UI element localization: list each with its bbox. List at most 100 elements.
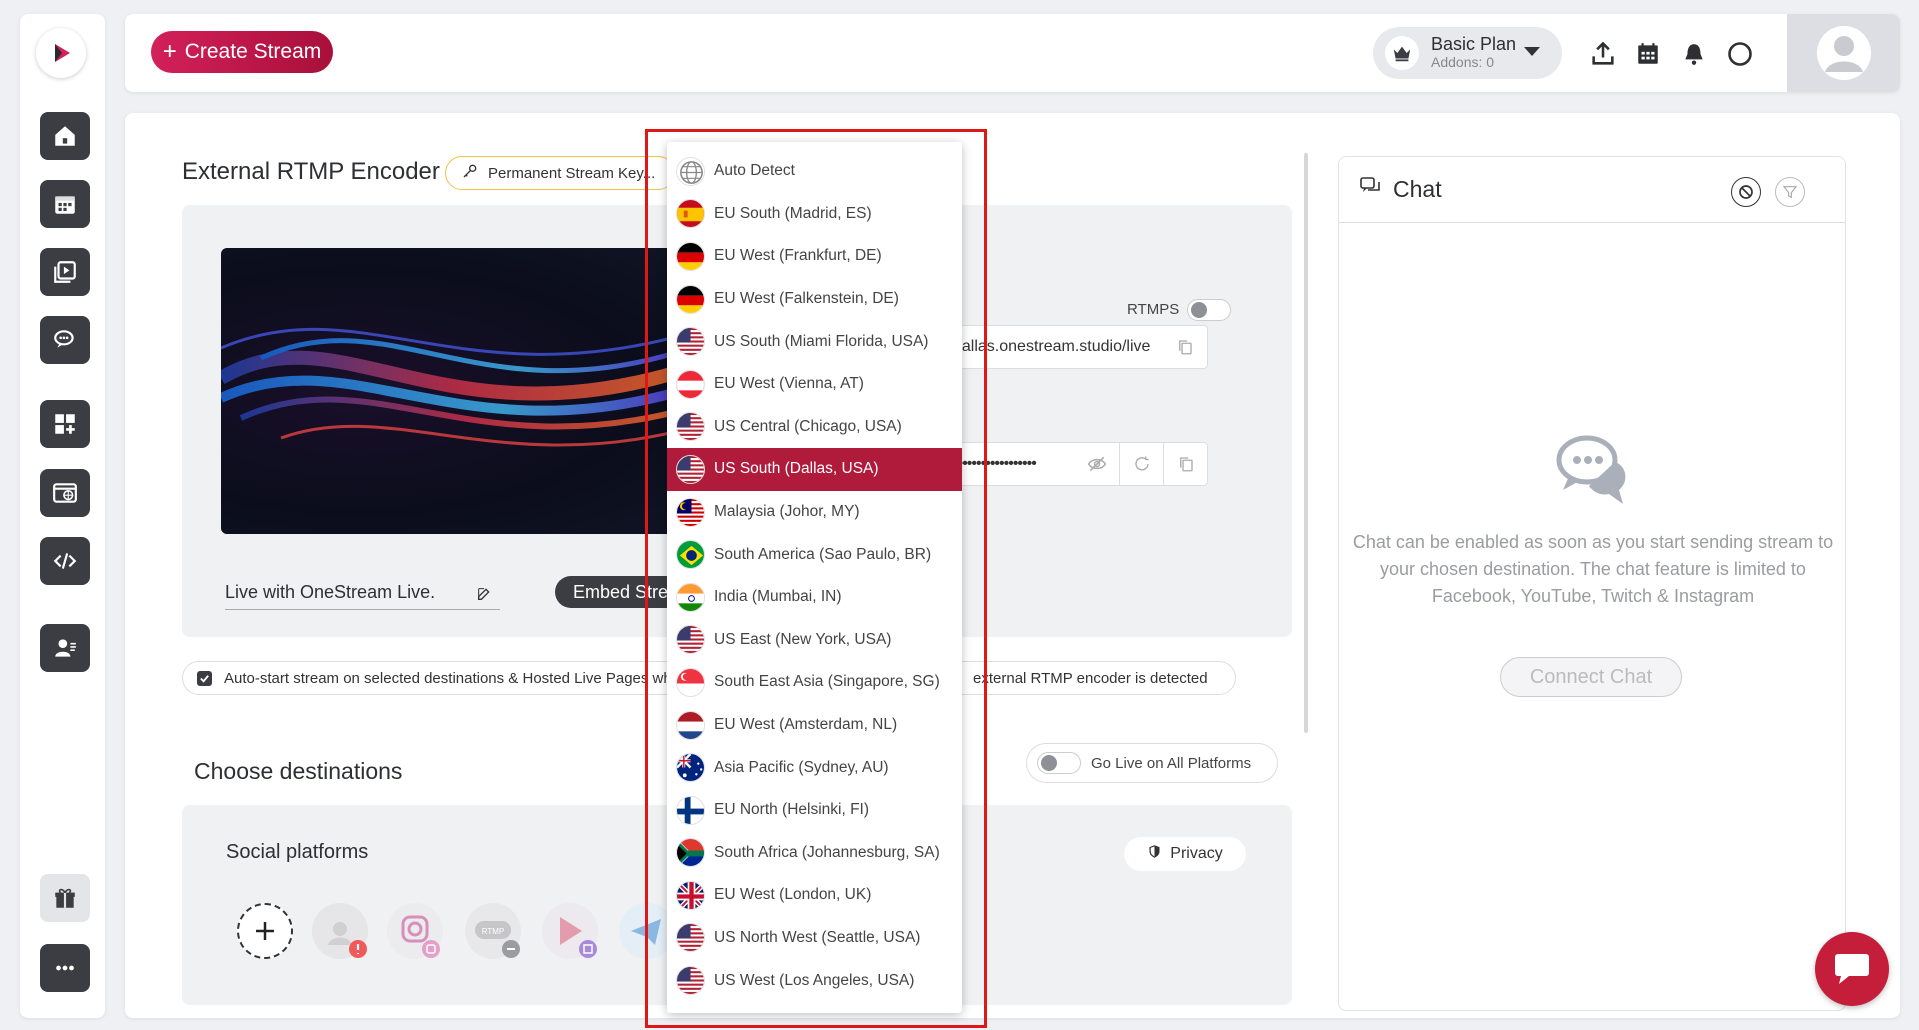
server-region-dropdown: Auto Detect EU South (Madrid, ES) EU West … xyxy=(667,142,962,1013)
create-stream-button[interactable]: + Create Stream xyxy=(151,31,333,73)
region-option[interactable]: Asia Pacific (Sydney, AU) xyxy=(667,746,962,789)
key-icon xyxy=(462,163,478,183)
main-panel: External RTMP Encoder Permanent Stream K… xyxy=(125,113,1900,1018)
rtmp-platform-icon[interactable]: RTMP xyxy=(465,903,521,959)
flag-fi-icon xyxy=(676,795,705,825)
home-icon[interactable] xyxy=(40,112,90,160)
region-option-label: US West (Los Angeles, USA) xyxy=(714,971,915,989)
go-live-all-toggle[interactable] xyxy=(1037,752,1081,774)
region-option[interactable]: South America (Sao Paulo, BR) xyxy=(667,533,962,576)
privacy-button[interactable]: Privacy xyxy=(1124,837,1246,871)
top-bar: + Create Stream Basic Plan Addons: 0 xyxy=(125,14,1900,92)
flag-us-icon xyxy=(676,454,705,484)
checkbox-checked-icon[interactable] xyxy=(197,670,212,686)
encoder-title: External RTMP Encoder xyxy=(182,158,440,185)
instagram-platform-icon[interactable] xyxy=(387,903,443,959)
flag-de-icon xyxy=(676,241,705,271)
profile-menu[interactable] xyxy=(1787,14,1900,92)
copy-key-icon[interactable] xyxy=(1163,443,1207,485)
edit-icon[interactable] xyxy=(476,586,492,607)
region-option[interactable]: US South (Dallas, USA) xyxy=(667,448,962,491)
plan-dropdown[interactable]: Basic Plan Addons: 0 xyxy=(1373,27,1562,79)
region-option[interactable]: EU West (London, UK) xyxy=(667,874,962,917)
calendar-top-icon[interactable] xyxy=(1633,39,1663,69)
web-page-icon[interactable] xyxy=(40,469,90,517)
region-option[interactable]: EU West (Falkenstein, DE) xyxy=(667,278,962,321)
sidebar xyxy=(20,14,105,1018)
apps-add-icon[interactable] xyxy=(40,400,90,448)
permanent-stream-key-button[interactable]: Permanent Stream Key... xyxy=(445,156,675,190)
chat-empty-icon xyxy=(1553,435,1633,512)
calendar-icon[interactable] xyxy=(40,180,90,228)
add-platform-button[interactable] xyxy=(237,903,293,959)
filter-icon[interactable] xyxy=(1775,177,1805,207)
facebook-platform-icon[interactable] xyxy=(312,903,368,959)
autostart-label: Auto-start stream on selected destinatio… xyxy=(224,669,689,687)
autostart-label-tail: external RTMP encoder is detected xyxy=(973,669,1208,687)
region-option[interactable]: US Central (Chicago, USA) xyxy=(667,406,962,449)
gift-icon[interactable] xyxy=(40,874,90,922)
copy-icon[interactable] xyxy=(1163,326,1207,368)
upload-icon[interactable] xyxy=(1588,39,1618,69)
hide-eye-icon[interactable] xyxy=(1075,443,1119,485)
twitch-platform-icon[interactable] xyxy=(542,903,598,959)
region-option-label: EU West (Falkenstein, DE) xyxy=(714,290,899,308)
refresh-icon[interactable] xyxy=(1119,443,1163,485)
onestream-logo[interactable] xyxy=(36,28,86,78)
more-options-icon[interactable] xyxy=(40,944,90,992)
flag-at-icon xyxy=(676,369,705,399)
support-chat-button[interactable] xyxy=(1815,932,1889,1006)
region-option-label: US North West (Seattle, USA) xyxy=(714,928,921,946)
rtmps-label: RTMPS xyxy=(1127,301,1180,318)
flag-us-icon xyxy=(676,625,705,655)
region-option-label: EU South (Madrid, ES) xyxy=(714,204,872,222)
chat-panel: Chat Chat can be enabled as soon as you … xyxy=(1338,156,1846,1011)
flag-uk-icon xyxy=(676,880,705,910)
theme-toggle-icon[interactable] xyxy=(1725,39,1755,69)
flag-de-icon xyxy=(676,284,705,314)
region-option[interactable]: EU West (Frankfurt, DE) xyxy=(667,235,962,278)
chat-bubbles-icon[interactable] xyxy=(40,316,90,364)
region-option-label: US Central (Chicago, USA) xyxy=(714,417,902,435)
region-option[interactable]: Malaysia (Johor, MY) xyxy=(667,491,962,534)
region-option[interactable]: South Africa (Johannesburg, SA) xyxy=(667,832,962,875)
plan-addons: Addons: 0 xyxy=(1431,54,1495,71)
bell-icon[interactable] xyxy=(1679,39,1709,69)
region-option[interactable]: EU South (Madrid, ES) xyxy=(667,193,962,236)
region-option-label: South East Asia (Singapore, SG) xyxy=(714,673,940,691)
social-platforms-title: Social platforms xyxy=(226,841,369,863)
region-option-label: Malaysia (Johor, MY) xyxy=(714,503,860,521)
block-icon[interactable] xyxy=(1731,177,1761,207)
code-embed-icon[interactable] xyxy=(40,537,90,585)
region-option-label: EU West (Frankfurt, DE) xyxy=(714,247,882,265)
stream-preview-image xyxy=(221,248,691,534)
plan-name: Basic Plan xyxy=(1431,34,1517,55)
region-option[interactable]: US East (New York, USA) xyxy=(667,619,962,662)
region-option[interactable]: South East Asia (Singapore, SG) xyxy=(667,661,962,704)
flag-us-icon xyxy=(676,412,705,442)
privacy-label: Privacy xyxy=(1170,845,1223,862)
region-option[interactable]: US West (Los Angeles, USA) xyxy=(667,959,962,1002)
flag-in-icon xyxy=(676,582,705,612)
video-library-icon[interactable] xyxy=(40,248,90,296)
region-option[interactable]: EU West (Amsterdam, NL) xyxy=(667,704,962,747)
stream-title-field[interactable]: Live with OneStream Live. xyxy=(225,575,500,610)
chat-empty-message: Chat can be enabled as soon as you start… xyxy=(1352,532,1834,606)
region-option[interactable]: US North West (Seattle, USA) xyxy=(667,917,962,960)
rtmps-toggle[interactable] xyxy=(1187,299,1231,321)
connect-chat-button[interactable]: Connect Chat xyxy=(1500,657,1682,697)
region-option[interactable]: EU North (Helsinki, FI) xyxy=(667,789,962,832)
avatar xyxy=(1816,26,1871,80)
region-option[interactable]: Auto Detect xyxy=(667,150,962,193)
chat-title: Chat xyxy=(1393,176,1442,202)
region-option[interactable]: US South (Miami Florida, USA) xyxy=(667,320,962,363)
crown-icon xyxy=(1385,36,1419,70)
region-option[interactable]: EU West (Vienna, AT) xyxy=(667,363,962,406)
flag-za-icon xyxy=(676,838,705,868)
team-users-icon[interactable] xyxy=(40,624,90,672)
globe-icon xyxy=(676,156,705,186)
region-option-label: South America (Sao Paulo, BR) xyxy=(714,545,932,563)
go-live-all-option[interactable]: Go Live on All Platforms xyxy=(1026,743,1278,783)
panel-divider[interactable] xyxy=(1304,153,1308,733)
region-option[interactable]: India (Mumbai, IN) xyxy=(667,576,962,619)
